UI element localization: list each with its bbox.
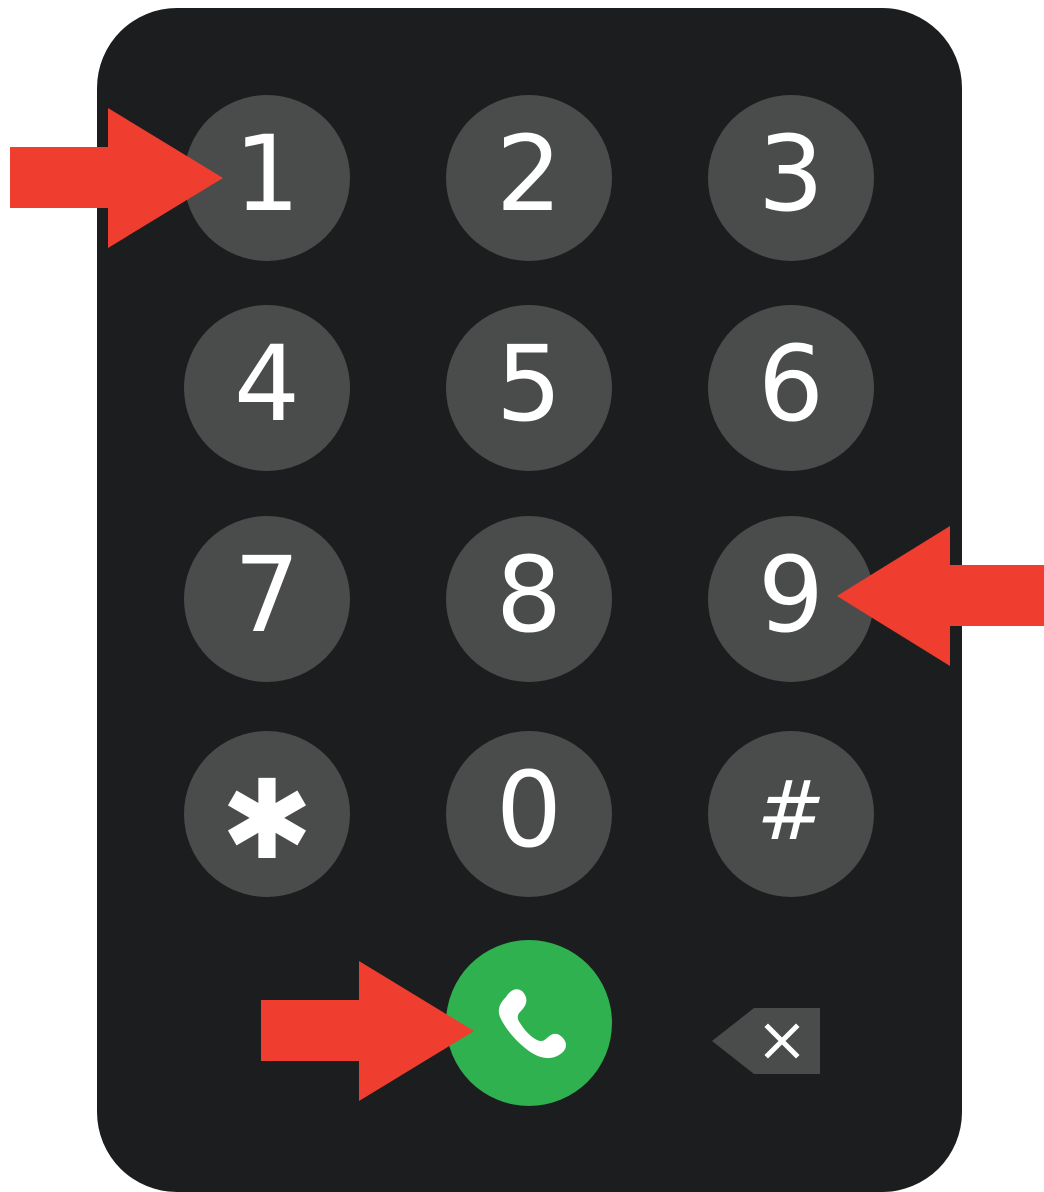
- key-6[interactable]: 6: [708, 305, 874, 471]
- key-7[interactable]: 7: [184, 516, 350, 682]
- key-2[interactable]: 2: [446, 95, 612, 261]
- key-8[interactable]: 8: [446, 516, 612, 682]
- key-1-label: 1: [233, 113, 301, 235]
- key-3-label: 3: [757, 113, 825, 235]
- key-6-label: 6: [757, 323, 825, 445]
- key-8-label: 8: [495, 534, 563, 656]
- key-star-label: ✱: [220, 756, 314, 884]
- key-hash[interactable]: #: [708, 731, 874, 897]
- key-2-label: 2: [495, 113, 563, 235]
- key-0[interactable]: 0: [446, 731, 612, 897]
- key-4[interactable]: 4: [184, 305, 350, 471]
- key-0-label: 0: [495, 749, 563, 871]
- key-hash-label: #: [756, 764, 826, 859]
- key-1[interactable]: 1: [184, 95, 350, 261]
- key-9-label: 9: [757, 534, 825, 656]
- call-button[interactable]: [446, 940, 612, 1106]
- key-5-label: 5: [495, 323, 563, 445]
- key-7-label: 7: [233, 534, 301, 656]
- key-3[interactable]: 3: [708, 95, 874, 261]
- key-9[interactable]: 9: [708, 516, 874, 682]
- key-4-label: 4: [233, 323, 301, 445]
- backspace-button[interactable]: [712, 1007, 820, 1075]
- key-5[interactable]: 5: [446, 305, 612, 471]
- key-star[interactable]: ✱: [184, 731, 350, 897]
- phone-icon: [498, 989, 566, 1059]
